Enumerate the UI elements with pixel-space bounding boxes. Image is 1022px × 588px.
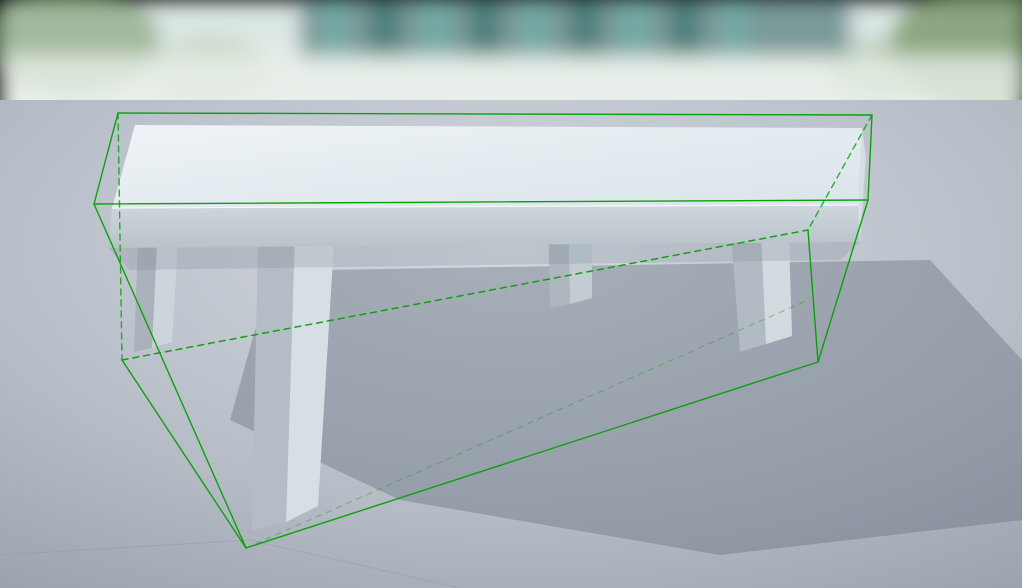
tabletop-front-face — [108, 205, 860, 248]
tabletop-top-face — [112, 125, 862, 208]
scene-render — [0, 0, 1022, 588]
viewport-3d[interactable] — [0, 0, 1022, 588]
